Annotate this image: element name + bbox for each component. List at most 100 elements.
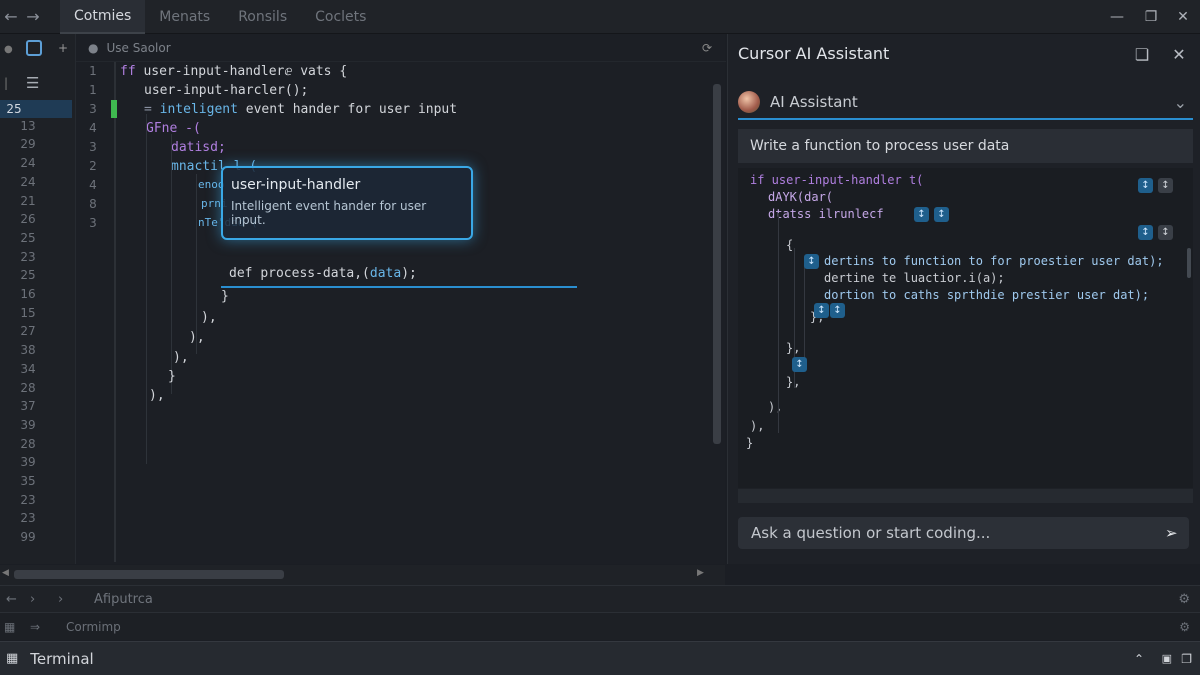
diff-marker-icon[interactable]: ↕	[792, 357, 807, 372]
cursor-icon: ➢	[1165, 524, 1178, 542]
add-icon[interactable]: +	[58, 41, 68, 55]
back-arrow-icon[interactable]: ←	[0, 7, 22, 26]
tab-2[interactable]: Menats	[145, 0, 224, 34]
status-bar: ▦ ⇒ Cormimp ⚙	[0, 612, 1200, 640]
gutter-line-number: 26	[20, 212, 36, 227]
editor-vertical-scrollbar[interactable]	[713, 64, 721, 564]
tray-icon[interactable]: ▣	[1162, 652, 1172, 665]
status-settings-icon[interactable]: ⚙	[1179, 620, 1190, 634]
diff-marker-icon[interactable]: ↕	[814, 303, 829, 318]
closing-bracket: }	[221, 289, 229, 304]
assistant-tab[interactable]: AI Assistant ⌄	[738, 86, 1193, 120]
gutter-divider	[114, 62, 116, 562]
gutter-line-number: 27	[20, 324, 36, 339]
def-underline	[221, 286, 577, 288]
ai-code-line: dtatss ilrunlecf	[768, 207, 884, 221]
line-number: 8	[89, 197, 97, 211]
code-token: datisd;	[171, 140, 226, 155]
code-token: user-input-handlerⅇ	[143, 64, 301, 79]
line-number: 3	[89, 216, 97, 230]
line-number: 2	[89, 159, 97, 173]
bar-back-icon[interactable]: ←	[6, 592, 30, 607]
search-icon[interactable]: ●	[88, 41, 98, 55]
code-line: user-input-harcler();	[144, 83, 308, 98]
windows-icon[interactable]: ▦	[6, 651, 18, 666]
explorer-icon[interactable]	[26, 40, 42, 56]
inline-badge-icon[interactable]: ↕	[934, 207, 949, 222]
diff-marker-icon[interactable]: ↕	[830, 303, 845, 318]
tab-4[interactable]: Coclets	[301, 0, 380, 34]
scroll-left-icon[interactable]: ◀	[2, 568, 9, 578]
assistant-divider	[738, 489, 1193, 503]
ai-code-line: dortion to caths sprthdie prestier user …	[824, 288, 1150, 302]
accept-icon[interactable]: ↕	[1138, 178, 1153, 193]
closing-bracket: ),	[173, 350, 189, 365]
forward-arrow-icon[interactable]: →	[22, 7, 44, 26]
editor-scroll-thumb[interactable]	[713, 84, 721, 444]
indent-guide	[171, 134, 172, 394]
gutter-line-number: 28	[20, 436, 36, 451]
code-token: ff	[120, 64, 144, 79]
avatar	[738, 91, 760, 113]
chevron-down-icon[interactable]: ⌄	[1174, 93, 1187, 112]
code-line: GFne -(	[146, 121, 201, 136]
gutter-line-number: 35	[20, 474, 36, 488]
status-grid-icon[interactable]: ▦	[4, 620, 30, 634]
panel-label: Afiputrca	[94, 591, 153, 607]
refresh-icon[interactable]: ⟳	[702, 41, 712, 55]
gutter-line-number: 25	[20, 268, 36, 283]
new-chat-icon[interactable]: ❏	[1130, 42, 1154, 66]
copy-icon[interactable]: ↕	[1158, 225, 1173, 240]
tray-chevron-icon[interactable]: ⌃	[1134, 652, 1144, 666]
indent-guide	[146, 114, 147, 464]
ai-assistant-panel: Cursor AI Assistant ❏ ✕ AI Assistant ⌄ W…	[727, 34, 1200, 564]
gutter-line-number: 23	[20, 249, 36, 264]
bar-forward-icon[interactable]: ›	[30, 592, 58, 607]
copy-icon[interactable]: ↕	[1158, 178, 1173, 193]
minimize-icon[interactable]: —	[1100, 0, 1134, 34]
status-arrow-icon[interactable]: ⇒	[30, 620, 66, 634]
tray-window-icon[interactable]: ❐	[1181, 652, 1192, 666]
code-token: nTe	[198, 216, 218, 229]
terminal-label[interactable]: Terminal	[30, 650, 93, 668]
maximize-icon[interactable]: ❐	[1134, 0, 1168, 34]
horizontal-scroll-thumb[interactable]	[14, 570, 284, 579]
change-marker	[111, 100, 117, 118]
gutter-line-number: 39	[20, 417, 36, 432]
ai-code-closer: ),	[768, 400, 783, 414]
ai-scroll-thumb[interactable]	[1187, 248, 1191, 278]
panel-settings-icon[interactable]: ⚙	[1178, 592, 1190, 607]
horizontal-scrollbar[interactable]: ◀ ▶	[0, 565, 725, 585]
gutter-line-number: 39	[20, 455, 36, 470]
code-token: GFne -(	[146, 121, 201, 136]
code-token: vats {	[300, 64, 348, 79]
line-number: 3	[89, 140, 97, 154]
gutter-line-number: 34	[20, 361, 36, 376]
status-label: Cormimp	[66, 619, 121, 634]
scroll-right-icon[interactable]: ▶	[697, 568, 704, 578]
gutter-line-number: 24	[20, 174, 36, 189]
close-window-icon[interactable]: ✕	[1166, 0, 1200, 34]
tab-1[interactable]: Cotmies	[60, 0, 146, 34]
inline-badge-icon[interactable]: ↕	[914, 207, 929, 222]
ask-input[interactable]: Ask a question or start coding...	[738, 517, 1189, 549]
tab-3[interactable]: Ronsils	[224, 0, 301, 34]
bar-next-icon[interactable]: ›	[58, 592, 94, 607]
code-line: ff user-input-handlerⅇ vats {	[120, 64, 347, 79]
ide-window: ← → Cotmies Menats Ronsils Coclets — ❐ ✕…	[0, 0, 1200, 675]
ai-code-line: dertins to function to for proestier use…	[824, 254, 1164, 268]
accept-icon[interactable]: ↕	[1138, 225, 1153, 240]
close-panel-icon[interactable]: ✕	[1167, 42, 1191, 66]
gutter-line-number: 28	[20, 380, 36, 395]
gutter-line-number: 16	[20, 287, 36, 301]
gutter-line-number: 13	[20, 118, 36, 133]
hover-tooltip: user-input-handler Intelligent event han…	[221, 166, 473, 240]
code-editor[interactable]: ● Use Saolor ⟳ 1 1 3 4 3 2 4 8 3 ff user-input-h…	[75, 34, 726, 564]
def-line: def process-data,(data);	[229, 266, 417, 281]
def-end: );	[401, 266, 417, 281]
code-token: event hander for user input	[237, 102, 458, 117]
def-name: process-data,(	[260, 266, 370, 281]
diff-marker-icon[interactable]: ↕	[804, 254, 819, 269]
editor-header: ● Use Saolor ⟳	[76, 34, 726, 62]
assistant-tab-label: AI Assistant	[770, 93, 858, 111]
